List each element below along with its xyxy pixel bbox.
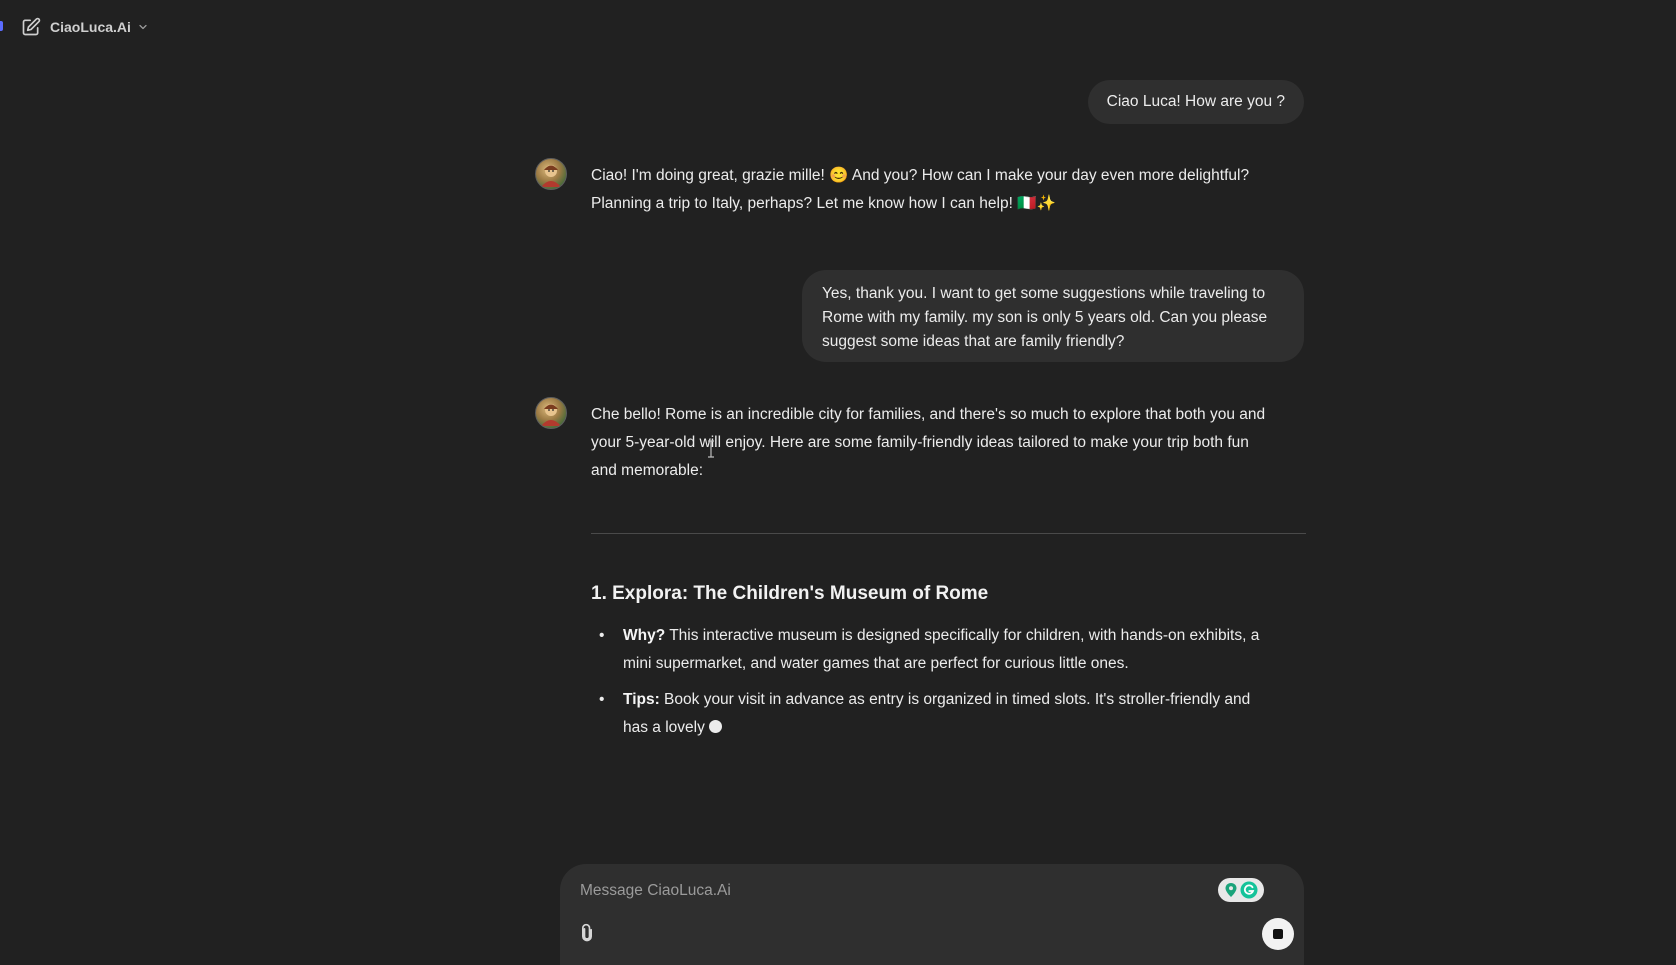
paperclip-icon [582, 923, 592, 942]
assistant-avatar [535, 397, 567, 429]
section-divider [591, 533, 1306, 534]
list-item: Tips: Book your visit in advance as entr… [591, 686, 1306, 742]
assistant-message-line: Ciao! I'm doing great, grazie mille! 😊 A… [591, 167, 1250, 184]
sidebar-edge-indicator[interactable] [0, 21, 3, 31]
list-item-text: mini supermarket, and water games that a… [623, 655, 1129, 672]
assistant-message-line: Planning a trip to Italy, perhaps? Let m… [591, 195, 1056, 212]
edit-icon [22, 17, 41, 36]
grammarly-g-icon [1240, 881, 1258, 899]
suggestion-list: Why? This interactive museum is designed… [591, 622, 1306, 750]
list-item-label: Tips: [623, 691, 660, 708]
assistant-message: Ciao! I'm doing great, grazie mille! 😊 A… [591, 162, 1306, 218]
model-selector[interactable]: CiaoLuca.Ai [50, 16, 149, 38]
model-name: CiaoLuca.Ai [50, 19, 131, 35]
user-message-text: Ciao Luca! How are you ? [1106, 93, 1285, 110]
grammarly-icon[interactable] [1218, 878, 1264, 902]
user-message-line: Yes, thank you. I want to get some sugge… [822, 285, 1266, 302]
attach-button[interactable] [574, 920, 600, 946]
user-message: Yes, thank you. I want to get some sugge… [802, 270, 1304, 362]
assistant-avatar [535, 158, 567, 190]
stop-icon [1273, 929, 1283, 939]
section-heading: 1. Explora: The Children's Museum of Rom… [591, 583, 989, 604]
list-item-text: This interactive museum is designed spec… [665, 627, 1260, 644]
location-pin-icon [1225, 883, 1237, 897]
list-item-text: Book your visit in advance as entry is o… [659, 691, 1251, 708]
user-message: Ciao Luca! How are you ? [1087, 80, 1304, 124]
assistant-message-line: your 5-year-old will enjoy. Here are som… [591, 434, 1249, 451]
message-input[interactable] [578, 878, 1182, 904]
assistant-message-line: and memorable: [591, 462, 704, 479]
chat-app: CiaoLuca.Ai Ciao Luca! How are you ? Cia… [0, 0, 1676, 965]
message-composer [560, 864, 1304, 965]
assistant-message-line: Che bello! Rome is an incredible city fo… [591, 406, 1266, 423]
streaming-indicator-icon [708, 720, 722, 733]
text-cursor-icon [708, 440, 714, 458]
list-item: Why? This interactive museum is designed… [591, 622, 1306, 678]
chevron-down-icon [139, 24, 147, 30]
list-item-text: has a lovely [623, 719, 705, 736]
user-message-line: suggest some ideas that are family frien… [822, 333, 1125, 350]
avatar-icon [541, 165, 561, 187]
list-item-label: Why? [623, 627, 666, 644]
stop-generating-button[interactable] [1262, 918, 1294, 950]
assistant-message: Che bello! Rome is an incredible city fo… [591, 401, 1306, 485]
user-message-line: Rome with my family. my son is only 5 ye… [822, 309, 1268, 326]
avatar-icon [541, 404, 561, 426]
new-chat-button[interactable] [20, 16, 42, 38]
